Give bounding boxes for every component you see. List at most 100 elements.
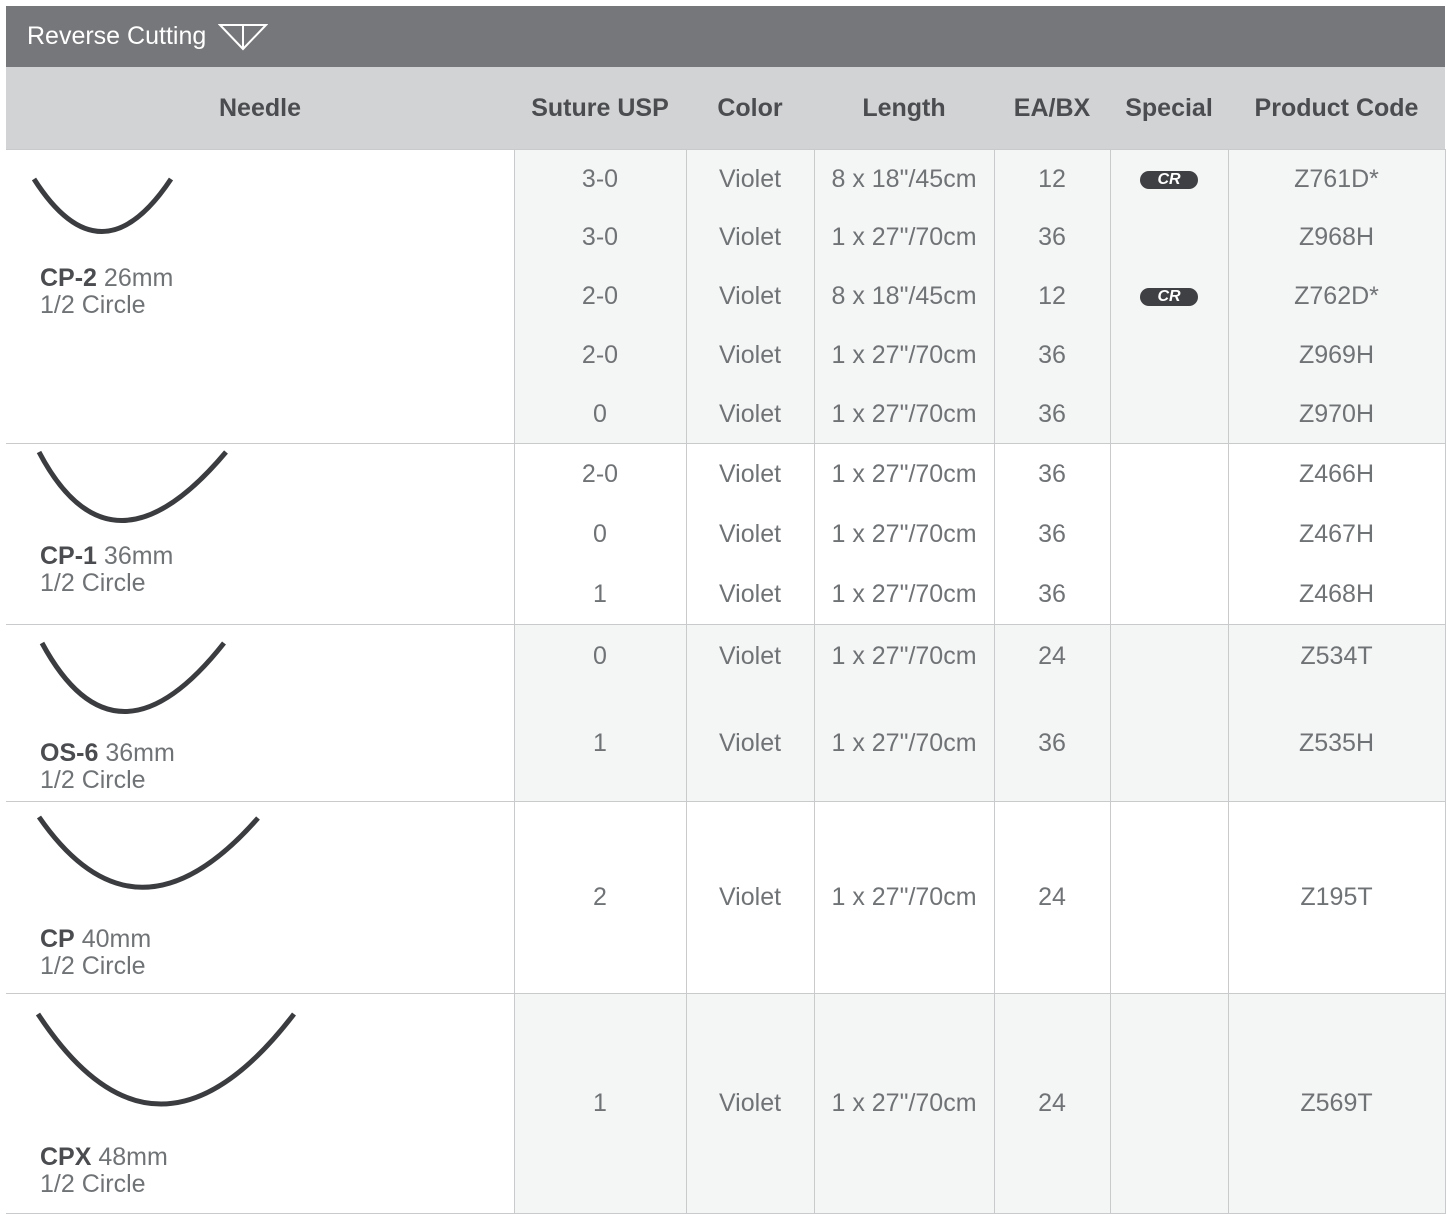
table-header: Needle Suture USP Color Length EA/BX Spe… — [6, 67, 1445, 149]
cell-color: Violet — [685, 564, 815, 626]
product-table: CP-2 26mm 1/2 Circle 3-0 Violet 8 x 18"/… — [6, 148, 1446, 1214]
cell-usp: 2-0 — [513, 442, 687, 505]
needle-shape: 1/2 Circle — [40, 766, 146, 794]
cell-ea: 36 — [993, 385, 1111, 445]
cell-code: Z468H — [1227, 564, 1446, 626]
cell-length: 1 x 27"/70cm — [813, 564, 995, 626]
cell-usp: 2 — [513, 801, 687, 994]
cell-ea: 12 — [993, 266, 1111, 327]
needle-cell: CP-2 26mm 1/2 Circle — [6, 149, 515, 444]
cell-length: 1 x 27"/70cm — [813, 326, 995, 386]
cell-usp: 1 — [513, 686, 687, 802]
header-color: Color — [717, 93, 783, 122]
needle-size: 48mm — [98, 1143, 168, 1171]
needle-curve-icon — [35, 1012, 296, 1107]
needle-cell: CPX 48mm 1/2 Circle — [6, 993, 515, 1214]
needle-shape: 1/2 Circle — [40, 1170, 146, 1198]
needle-curve-icon — [36, 450, 228, 523]
cell-code: Z467H — [1227, 504, 1446, 565]
cell-color: Violet — [685, 385, 815, 445]
cell-special — [1109, 504, 1229, 565]
cell-color: Violet — [685, 326, 815, 386]
header-special: Special — [1125, 93, 1213, 122]
cell-ea: 24 — [993, 623, 1111, 687]
cell-length: 8 x 18"/45cm — [813, 148, 995, 209]
needle-shape: 1/2 Circle — [40, 291, 146, 319]
cell-code: Z762D* — [1227, 266, 1446, 327]
table-row: CP 40mm 1/2 Circle 2 Violet 1 x 27"/70cm… — [6, 801, 1446, 994]
cell-special — [1109, 442, 1229, 505]
header-suture-usp: Suture USP — [531, 93, 669, 122]
cell-special: CR — [1109, 148, 1229, 209]
table-row: OS-6 36mm 1/2 Circle 0 Violet 1 x 27"/70… — [6, 623, 1446, 802]
cell-color: Violet — [685, 623, 815, 687]
cell-special — [1109, 208, 1229, 267]
cell-code: Z569T — [1227, 993, 1446, 1214]
cell-code: Z968H — [1227, 208, 1446, 267]
table-row: CPX 48mm 1/2 Circle 1 Violet 1 x 27"/70c… — [6, 993, 1446, 1214]
needle-name: CPX — [40, 1143, 92, 1171]
cell-length: 1 x 27"/70cm — [813, 385, 995, 445]
table-row: CP-2 26mm 1/2 Circle 3-0 Violet 8 x 18"/… — [6, 148, 1446, 444]
cell-usp: 2-0 — [513, 266, 687, 327]
cell-usp: 0 — [513, 504, 687, 565]
needle-curve-icon — [39, 641, 226, 714]
needle-shape: 1/2 Circle — [40, 569, 146, 597]
cell-ea: 36 — [993, 442, 1111, 505]
cell-special: CR — [1109, 266, 1229, 327]
cell-usp: 3-0 — [513, 208, 687, 267]
cell-color: Violet — [685, 148, 815, 209]
cell-usp: 2-0 — [513, 326, 687, 386]
cell-ea: 12 — [993, 148, 1111, 209]
cell-color: Violet — [685, 208, 815, 267]
table-row: CP-1 36mm 1/2 Circle 2-0 Violet 1 x 27"/… — [6, 442, 1446, 625]
cell-length: 1 x 27"/70cm — [813, 801, 995, 994]
cell-length: 1 x 27"/70cm — [813, 208, 995, 267]
cell-usp: 3-0 — [513, 148, 687, 209]
cell-code: Z969H — [1227, 326, 1446, 386]
header-length: Length — [862, 93, 946, 122]
cell-color: Violet — [685, 266, 815, 327]
needle-shape: 1/2 Circle — [40, 952, 146, 980]
cell-code: Z534T — [1227, 623, 1446, 687]
needle-label: CP-2 26mm 1/2 Circle — [40, 265, 173, 319]
cell-special — [1109, 564, 1229, 626]
needle-name: OS-6 — [40, 739, 99, 767]
needle-label: CPX 48mm 1/2 Circle — [40, 1144, 168, 1198]
cell-ea: 36 — [993, 564, 1111, 626]
cell-usp: 1 — [513, 564, 687, 626]
cell-special — [1109, 993, 1229, 1214]
cell-special — [1109, 686, 1229, 802]
cell-length: 1 x 27"/70cm — [813, 504, 995, 565]
needle-label: CP-1 36mm 1/2 Circle — [40, 543, 173, 597]
reverse-cutting-triangle-icon — [218, 23, 269, 50]
needle-cell: CP 40mm 1/2 Circle — [6, 801, 515, 994]
cell-ea: 36 — [993, 326, 1111, 386]
cell-ea: 36 — [993, 208, 1111, 267]
cell-length: 1 x 27"/70cm — [813, 442, 995, 505]
needle-curve-icon — [31, 177, 174, 234]
cell-ea: 24 — [993, 993, 1111, 1214]
cell-usp: 0 — [513, 385, 687, 445]
header-needle: Needle — [219, 93, 301, 122]
cell-length: 1 x 27"/70cm — [813, 993, 995, 1214]
cell-special — [1109, 326, 1229, 386]
header-ea-bx: EA/BX — [1013, 93, 1091, 122]
needle-name: CP — [40, 925, 75, 953]
needle-cell: CP-1 36mm 1/2 Circle — [6, 443, 515, 625]
cell-ea: 24 — [993, 801, 1111, 994]
cell-ea: 36 — [993, 504, 1111, 565]
needle-label: CP 40mm 1/2 Circle — [40, 926, 151, 980]
cell-length: 1 x 27"/70cm — [813, 623, 995, 687]
section-title-bar: Reverse Cutting — [6, 6, 1445, 67]
cell-special — [1109, 801, 1229, 994]
needle-name: CP-2 — [40, 264, 97, 292]
cell-code: Z195T — [1227, 801, 1446, 994]
cell-special — [1109, 385, 1229, 445]
needle-size: 40mm — [81, 925, 152, 953]
needle-size: 36mm — [105, 739, 175, 767]
needle-size: 36mm — [103, 542, 174, 570]
needle-size: 26mm — [103, 264, 174, 292]
cell-code: Z535H — [1227, 686, 1446, 802]
needle-cell: OS-6 36mm 1/2 Circle — [6, 624, 515, 802]
